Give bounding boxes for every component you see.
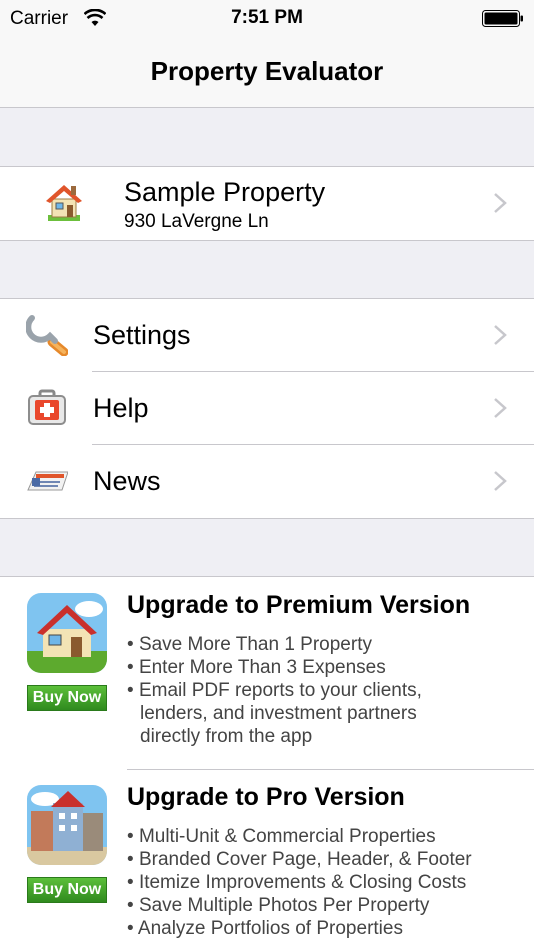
- property-name: Sample Property: [124, 177, 326, 207]
- pro-feature-list: Multi-Unit & Commercial Properties Brand…: [127, 825, 527, 940]
- menu-item-label: Help: [93, 393, 149, 423]
- menu-item-settings[interactable]: Settings: [0, 299, 534, 372]
- menu-group: Settings Help News: [0, 298, 534, 519]
- chevron-right-icon: [494, 398, 507, 418]
- page-title: Property Evaluator: [150, 56, 384, 86]
- list-item: Save More Than 1 Property: [127, 633, 457, 656]
- pro-buy-now-button[interactable]: Buy Now: [27, 877, 107, 903]
- list-item: Analyze Portfolios of Properties: [127, 917, 527, 940]
- property-row[interactable]: Sample Property 930 LaVergne Ln: [0, 167, 534, 240]
- menu-item-help[interactable]: Help: [0, 372, 534, 445]
- chevron-right-icon: [494, 193, 507, 213]
- premium-feature-list: Save More Than 1 Property Enter More Tha…: [127, 633, 457, 748]
- list-item: Email PDF reports to your clients, lende…: [127, 679, 457, 748]
- pro-heading: Upgrade to Pro Version: [127, 783, 405, 811]
- pro-app-icon[interactable]: [27, 785, 107, 865]
- chevron-right-icon: [494, 325, 507, 345]
- first-aid-kit-icon: [28, 389, 66, 425]
- premium-buy-now-button[interactable]: Buy Now: [27, 685, 107, 711]
- property-address: 930 LaVergne Ln: [124, 211, 269, 232]
- status-bar: Carrier 7:51 PM: [0, 0, 534, 40]
- battery-icon: [482, 10, 523, 27]
- menu-item-label: Settings: [93, 320, 191, 350]
- premium-heading: Upgrade to Premium Version: [127, 591, 471, 619]
- premium-app-icon[interactable]: [27, 593, 107, 673]
- list-item: Multi-Unit & Commercial Properties: [127, 825, 527, 848]
- upgrade-section: Buy Now Upgrade to Premium Version Save …: [0, 576, 534, 950]
- menu-item-label: News: [93, 466, 161, 496]
- list-item: Enter More Than 3 Expenses: [127, 656, 457, 679]
- property-group: Sample Property 930 LaVergne Ln: [0, 166, 534, 241]
- list-item: Save Multiple Photos Per Property: [127, 894, 527, 917]
- menu-item-news[interactable]: News: [0, 445, 534, 518]
- list-item: Branded Cover Page, Header, & Footer: [127, 848, 527, 871]
- list-item: Itemize Improvements & Closing Costs: [127, 871, 527, 894]
- chevron-right-icon: [494, 471, 507, 491]
- house-icon: [46, 185, 82, 221]
- wrench-icon: [26, 315, 68, 356]
- clock: 7:51 PM: [231, 7, 303, 28]
- newspaper-icon: [27, 471, 68, 491]
- promo-separator: [127, 769, 534, 770]
- navigation-bar: Property Evaluator: [0, 40, 534, 108]
